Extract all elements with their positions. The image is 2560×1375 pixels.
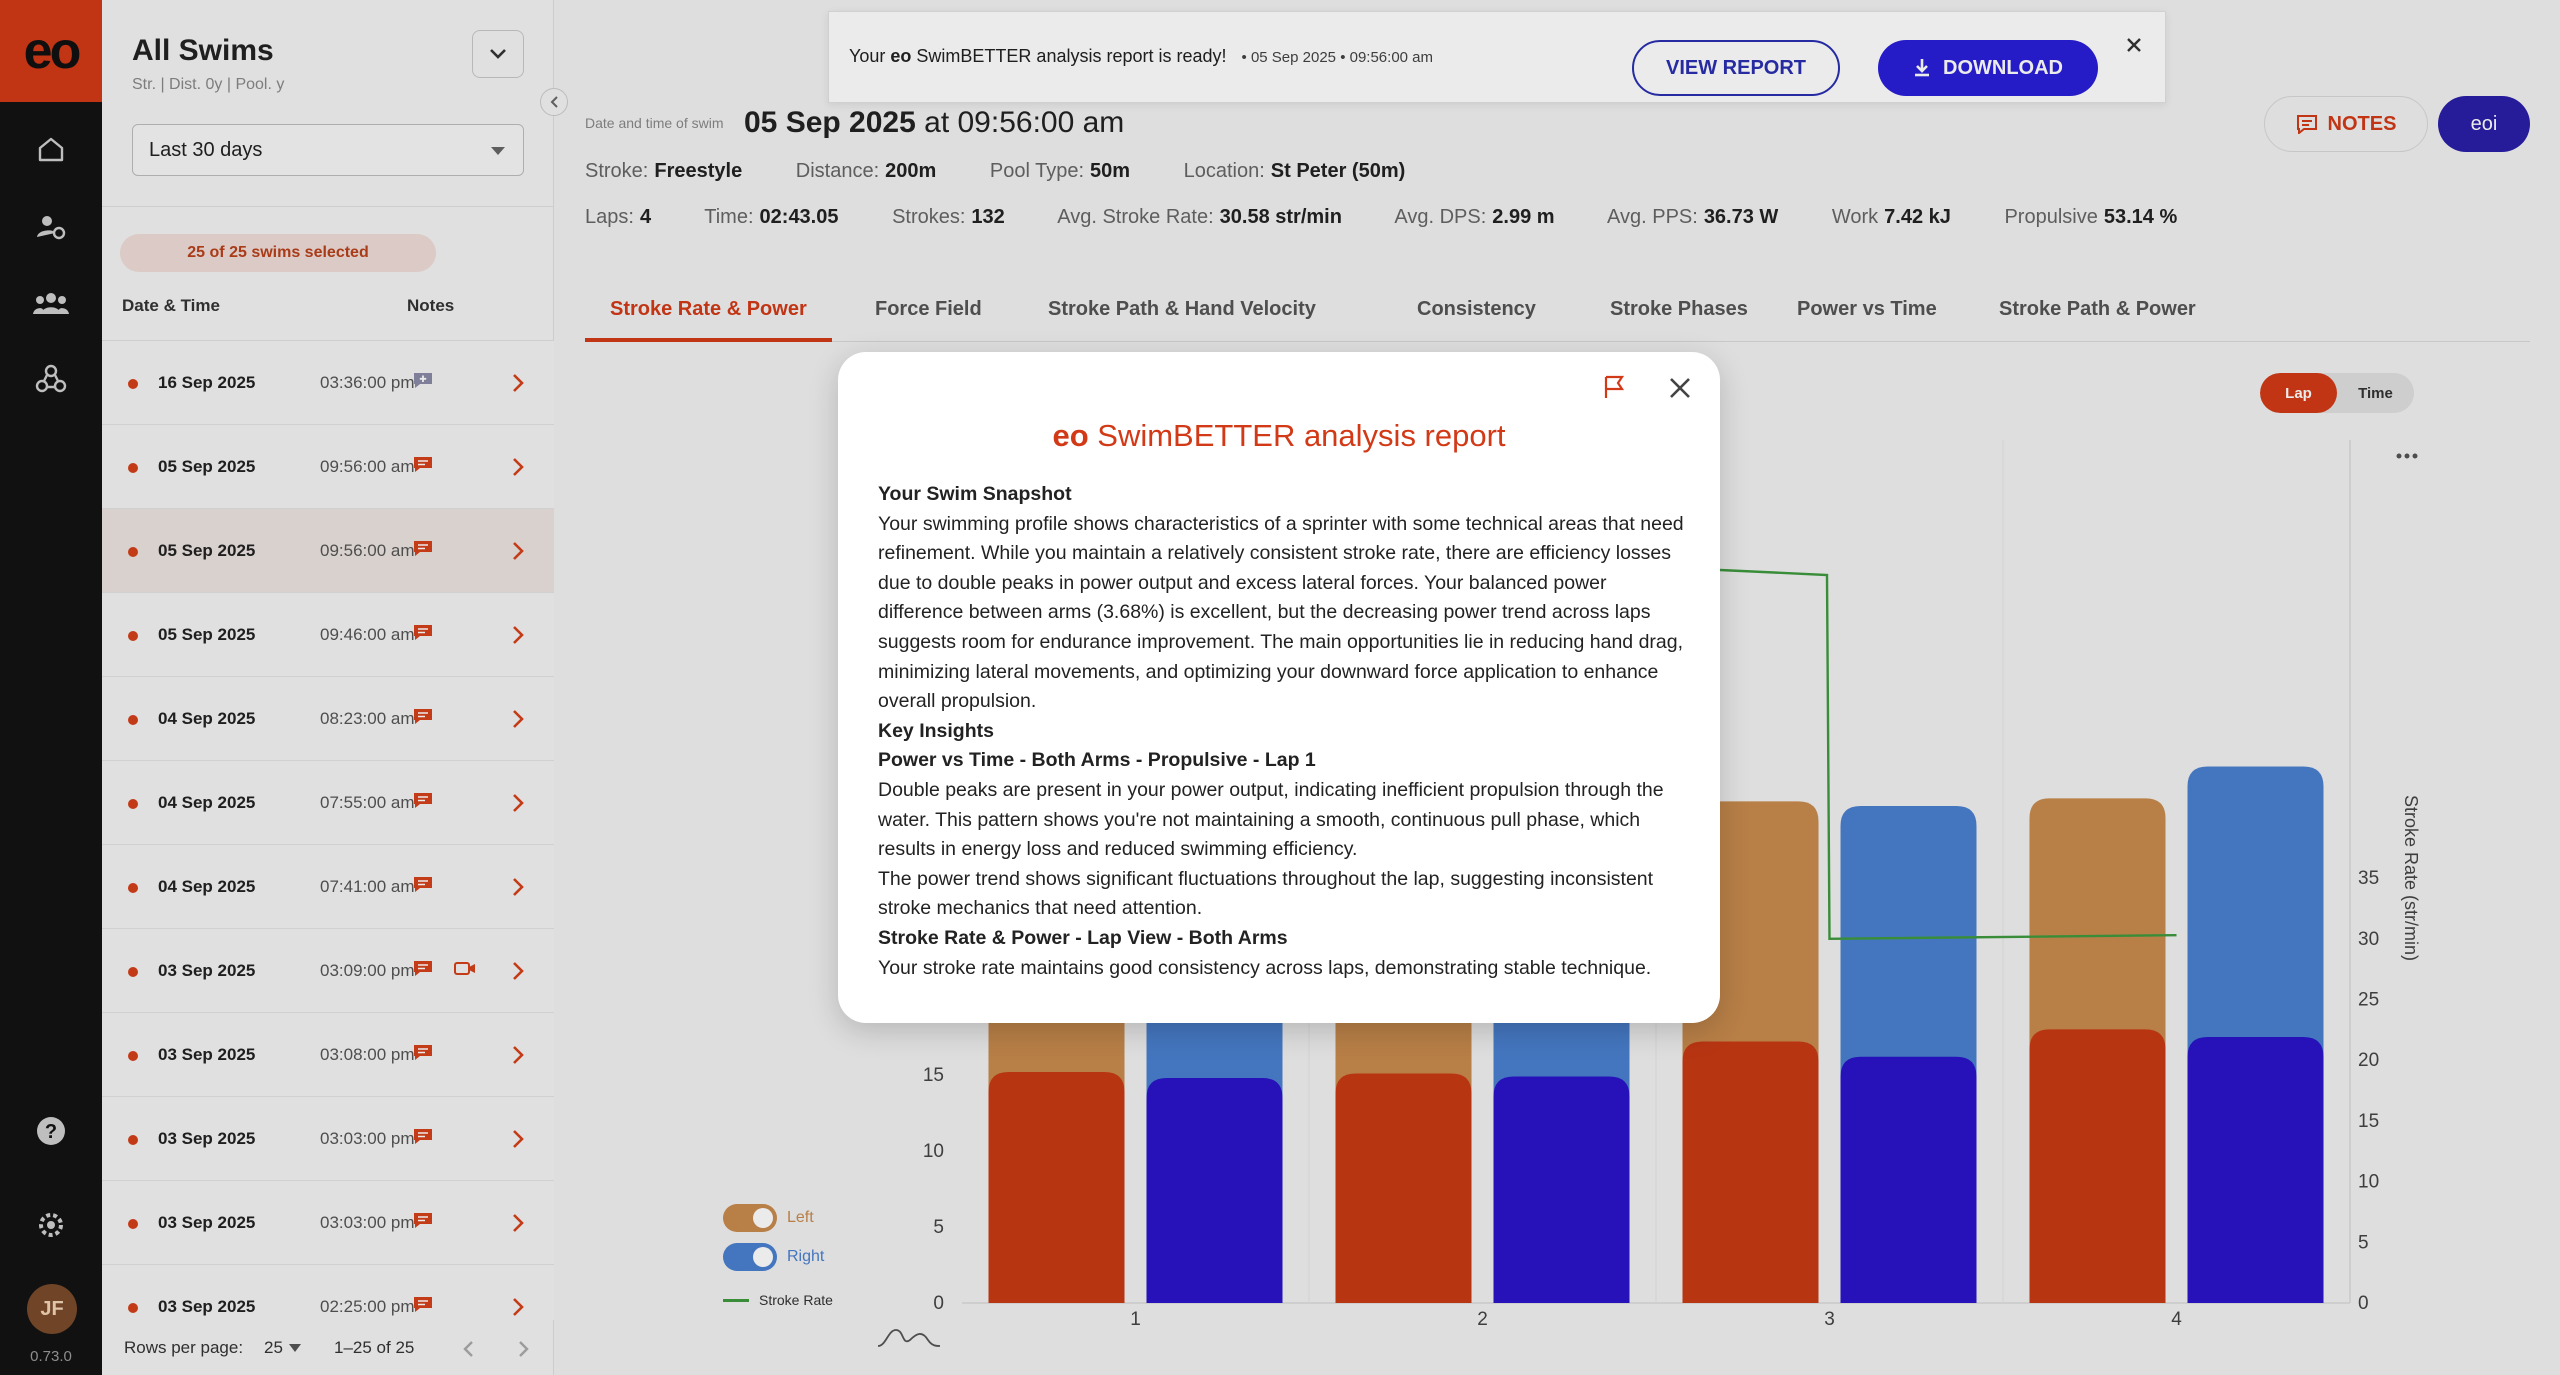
insight-heading-stroke-rate: Stroke Rate & Power - Lap View - Both Ar… bbox=[878, 926, 1288, 949]
snapshot-paragraph: Your swimming profile shows characterist… bbox=[878, 512, 1684, 713]
modal-body: Your Swim Snapshot Your swimming profile… bbox=[878, 480, 1688, 983]
modal-title: eo SwimBETTER analysis report bbox=[1052, 418, 1506, 453]
close-icon[interactable] bbox=[1668, 376, 1692, 400]
flag-icon[interactable] bbox=[1602, 374, 1626, 400]
analysis-report-modal: eo SwimBETTER analysis report Your Swim … bbox=[838, 352, 1720, 1023]
insight-paragraph-2: The power trend shows significant fluctu… bbox=[878, 867, 1654, 920]
insight-paragraph-3: Your stroke rate maintains good consiste… bbox=[878, 956, 1652, 979]
insight-heading-power-vs-time: Power vs Time - Both Arms - Propulsive -… bbox=[878, 749, 1316, 772]
section-heading-insights: Key Insights bbox=[878, 719, 994, 742]
insight-paragraph-1: Double peaks are present in your power o… bbox=[878, 778, 1664, 861]
section-heading-snapshot: Your Swim Snapshot bbox=[878, 483, 1072, 505]
